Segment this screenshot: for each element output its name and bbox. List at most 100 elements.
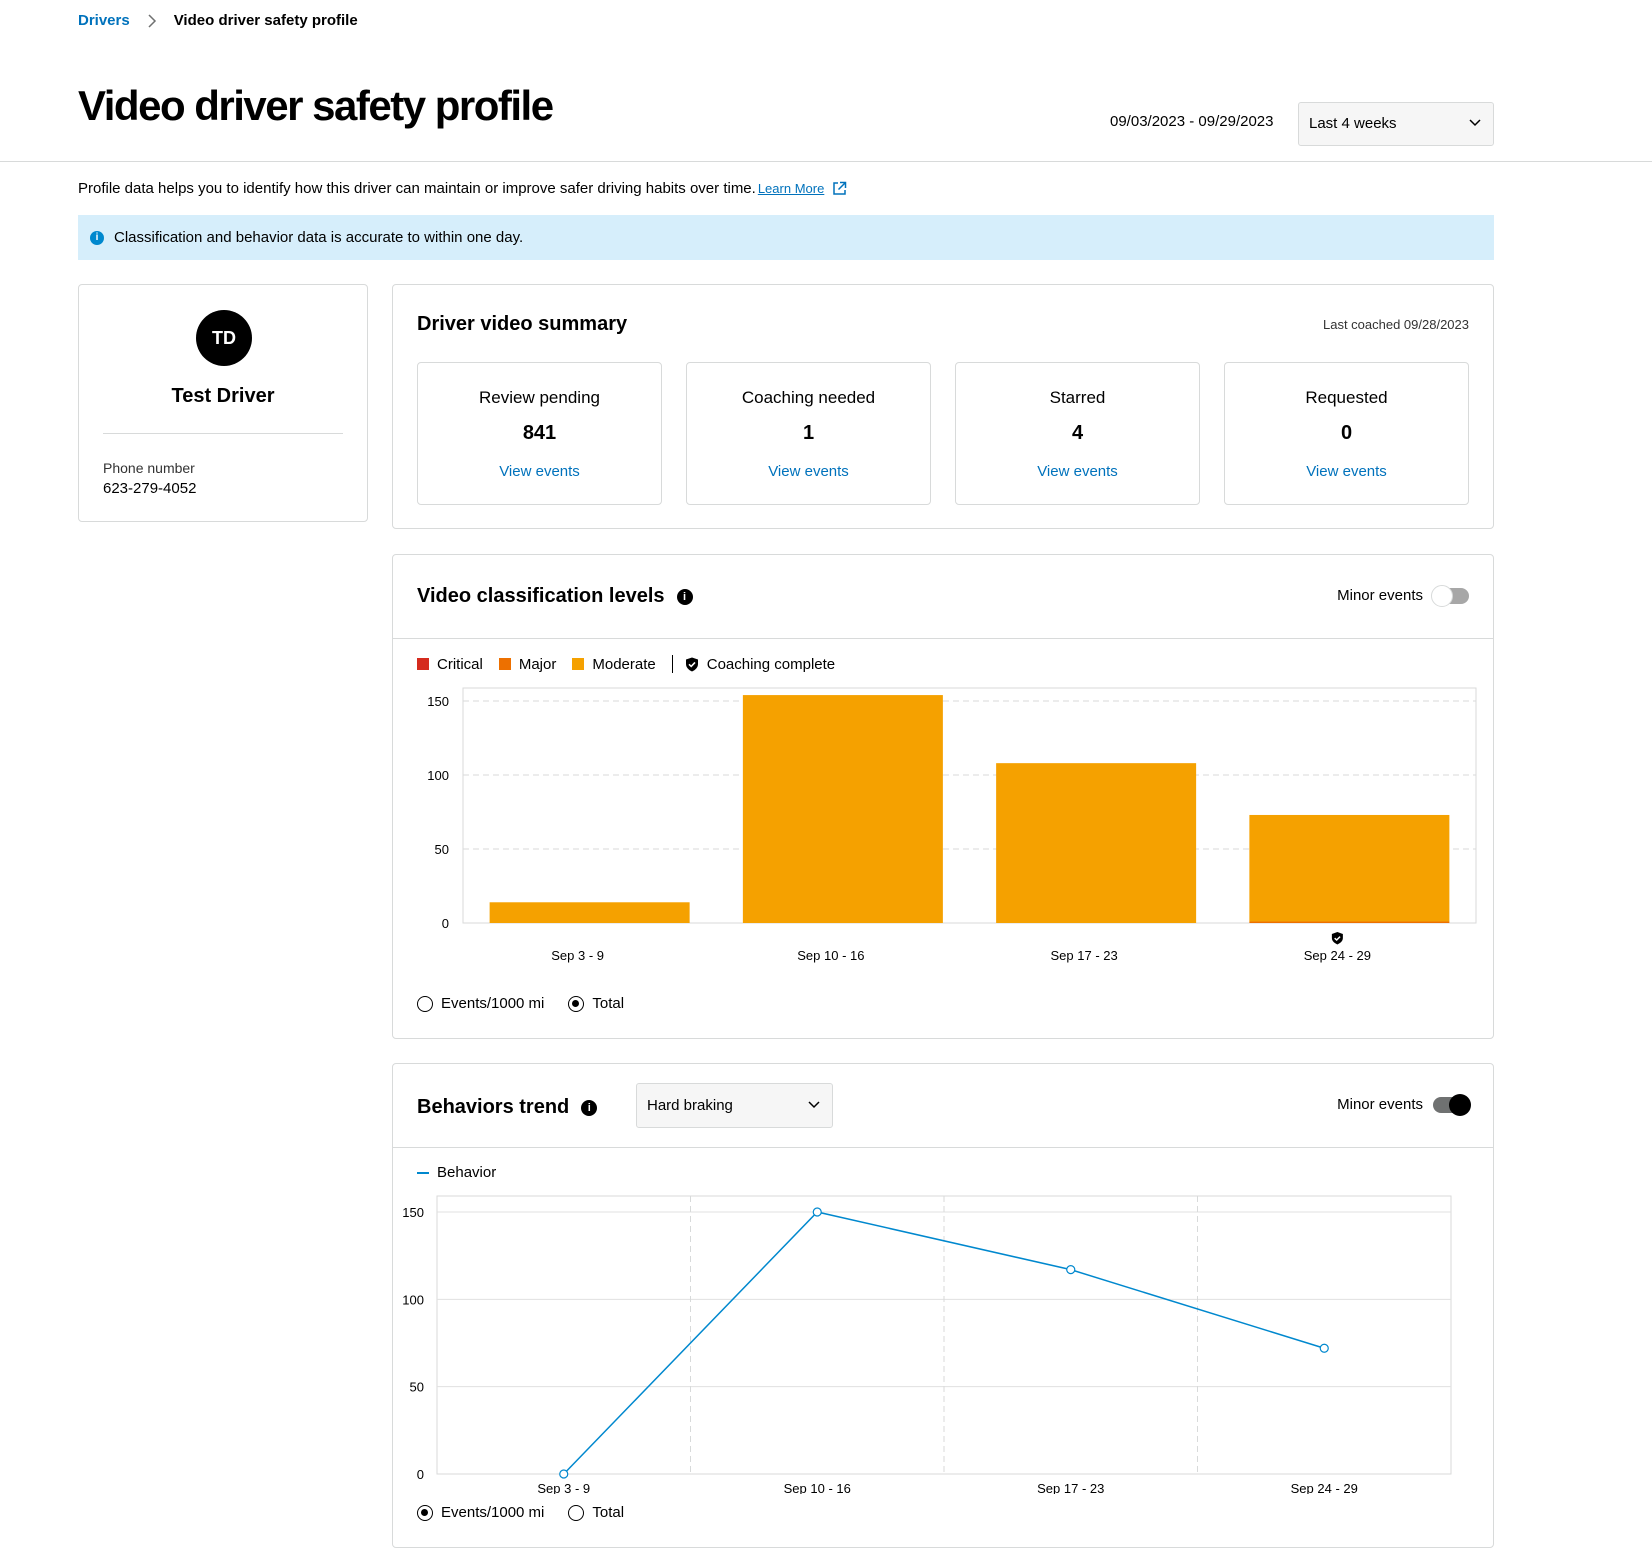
bar-segment: [489, 902, 690, 923]
radio-events-per-1000mi[interactable]: Events/1000 mi: [417, 1504, 544, 1521]
y-tick-label: 150: [427, 694, 449, 709]
breadcrumb: Drivers Video driver safety profile: [78, 12, 358, 29]
tile-value: 0: [1340, 422, 1353, 444]
tile-requested: Requested 0 View events: [1224, 362, 1469, 505]
legend-label: Moderate: [592, 655, 656, 673]
chevron-down-icon: [1469, 119, 1481, 127]
driver-card-divider: [103, 433, 343, 434]
card-divider: [393, 1147, 1493, 1148]
behaviors-trend-card: Behaviors trend i Hard braking Minor eve…: [392, 1063, 1494, 1548]
legend-swatch: [417, 658, 429, 670]
behavior-type-select[interactable]: Hard braking: [636, 1083, 833, 1128]
bar-segment: [996, 763, 1197, 923]
radio-total[interactable]: Total: [568, 995, 624, 1012]
summary-title: Driver video summary: [417, 313, 628, 335]
radio-events-per-1000mi[interactable]: Events/1000 mi: [417, 995, 544, 1012]
phone-value: 623-279-4052: [103, 480, 197, 497]
radio-circle: [417, 995, 433, 1012]
behaviors-line-chart: 0 50 100 150 Sep 3 - 9 Sep 10 - 16 Sep 17 - 23…: [402, 1195, 1452, 1494]
x-tick-label: Sep 10 - 16: [784, 1481, 851, 1494]
tile-starred: Starred 4 View events: [955, 362, 1200, 505]
radio-total[interactable]: Total: [568, 1504, 624, 1521]
toggle-knob: [1449, 1093, 1471, 1116]
radio-label: Events/1000 mi: [441, 995, 545, 1012]
driver-video-summary-card: Driver video summary Last coached 09/28/…: [392, 284, 1494, 529]
radio-label: Total: [592, 1504, 625, 1521]
legend-item-critical: Critical: [417, 656, 483, 673]
legend-divider: [671, 655, 673, 673]
tile-coaching-needed: Coaching needed 1 View events: [686, 362, 931, 505]
behaviors-title: Behaviors trend: [417, 1096, 570, 1118]
legend-swatch: [498, 658, 511, 670]
radio-label: Total: [592, 995, 625, 1012]
breadcrumb-drivers-link[interactable]: Drivers: [78, 12, 130, 29]
x-tick-label: Sep 17 - 23: [1051, 948, 1118, 963]
data-point: [1066, 1265, 1076, 1275]
breadcrumb-current: Video driver safety profile: [173, 12, 358, 29]
video-classification-card: Video classification levels i Minor even…: [392, 554, 1494, 1039]
info-icon[interactable]: i: [581, 1099, 598, 1116]
legend-item-major: Major: [498, 655, 557, 673]
external-link-icon[interactable]: [832, 181, 847, 196]
info-icon[interactable]: i: [676, 588, 693, 605]
legend-item-moderate: Moderate: [572, 655, 656, 673]
y-tick-label: 100: [402, 1292, 424, 1307]
date-range-select-value: Last 4 weeks: [1309, 115, 1397, 132]
driver-card: TD Test Driver Phone number 623-279-4052: [78, 284, 368, 522]
x-tick-label: Sep 24 - 29: [1291, 1481, 1358, 1494]
profile-description: Profile data helps you to identify how t…: [78, 180, 847, 197]
tile-value: 1: [802, 422, 815, 444]
bar-segment: [1249, 814, 1450, 922]
minor-events-control: Minor events: [1337, 584, 1469, 607]
tile-value: 841: [522, 422, 557, 444]
bar-segment: [742, 695, 943, 923]
card-divider: [393, 638, 1493, 639]
data-point: [812, 1207, 822, 1217]
toggle-knob: [1431, 584, 1453, 607]
minor-events-control: Minor events: [1337, 1093, 1471, 1116]
chevron-down-icon: [808, 1101, 820, 1109]
x-tick-label: Sep 10 - 16: [797, 948, 864, 963]
tile-review-pending: Review pending 841 View events: [417, 362, 662, 505]
legend-label: Coaching complete: [706, 655, 836, 673]
classification-title-row: Video classification levels i: [417, 585, 693, 608]
legend-line-swatch: [417, 1171, 429, 1174]
tile-value: 4: [1071, 422, 1084, 444]
radio-label: Events/1000 mi: [441, 1504, 545, 1521]
chevron-right-icon: [148, 13, 156, 28]
minor-events-label: Minor events: [1337, 1096, 1423, 1113]
chart-legend: Critical Major Moderate Coaching complet…: [417, 655, 851, 673]
page-title: Video driver safety profile: [78, 82, 554, 129]
view-events-link[interactable]: View events: [1225, 463, 1468, 480]
behaviors-title-row: Behaviors trend i: [417, 1096, 598, 1119]
minor-events-toggle[interactable]: [1433, 1093, 1471, 1116]
x-tick-label: Sep 3 - 9: [537, 1481, 590, 1494]
y-tick-label: 50: [410, 1380, 424, 1395]
x-tick-label: Sep 17 - 23: [1037, 1481, 1104, 1494]
view-events-link[interactable]: View events: [956, 463, 1199, 480]
info-banner: i Classification and behavior data is ac…: [78, 215, 1494, 260]
x-tick-label: Sep 3 - 9: [551, 948, 604, 963]
date-range-text: 09/03/2023 - 09/29/2023: [1110, 113, 1274, 130]
driver-name: Test Driver: [171, 385, 275, 407]
tile-label: Coaching needed: [741, 388, 876, 407]
date-range-select[interactable]: Last 4 weeks: [1298, 102, 1494, 146]
radio-circle: [417, 1504, 433, 1521]
tile-label: Starred: [1049, 388, 1106, 407]
minor-events-label: Minor events: [1337, 587, 1423, 604]
view-events-link[interactable]: View events: [418, 463, 661, 480]
view-events-link[interactable]: View events: [687, 463, 930, 480]
info-banner-text: Classification and behavior data is accu…: [114, 229, 524, 246]
behavior-type-value: Hard braking: [647, 1097, 733, 1114]
shield-check-icon: [685, 657, 698, 671]
avatar: TD: [196, 310, 252, 366]
minor-events-toggle[interactable]: [1431, 584, 1469, 607]
learn-more-link[interactable]: Learn More: [758, 181, 824, 196]
radio-circle: [568, 995, 585, 1012]
radio-circle: [568, 1504, 585, 1521]
profile-description-text: Profile data helps you to identify how t…: [78, 180, 756, 197]
data-point: [559, 1469, 569, 1479]
legend-swatch: [572, 658, 585, 670]
legend-label: Major: [518, 655, 557, 673]
header-divider: [0, 161, 1652, 162]
